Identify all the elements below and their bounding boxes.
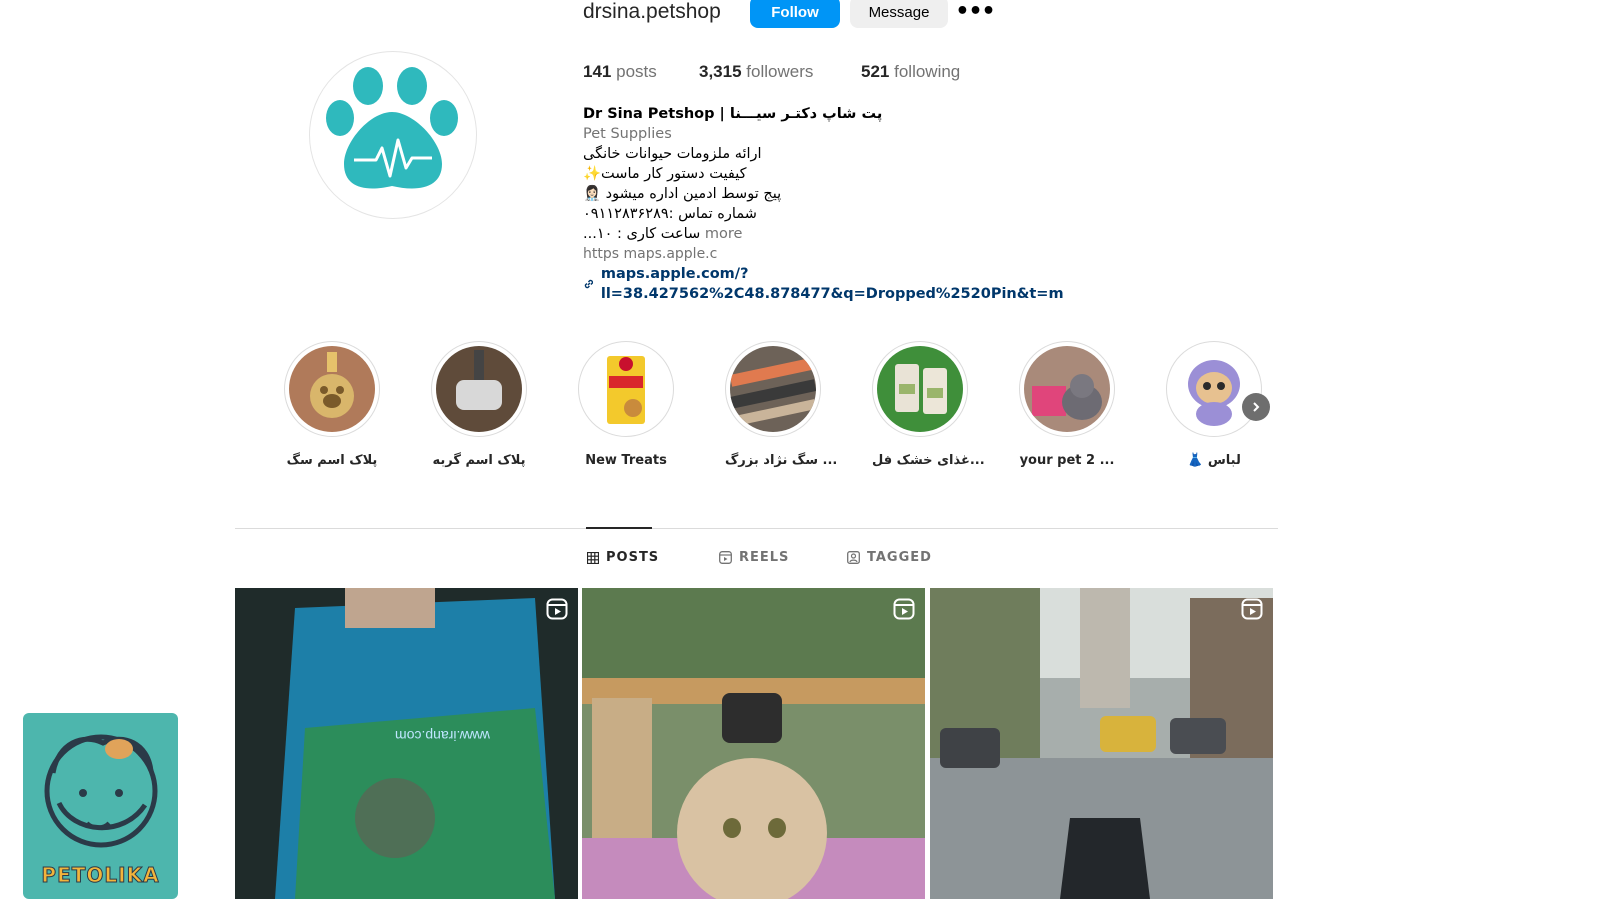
cat-tag-photo-icon xyxy=(436,346,522,432)
highlight-item[interactable]: New Treats xyxy=(578,341,674,468)
bio-line-4: شماره تماس :۰۹۱۱۲۸۳۶۲۸۹ xyxy=(583,206,757,222)
profile-username: drsina.petshop xyxy=(583,0,721,23)
tab-reels-label: REELS xyxy=(739,550,790,565)
reels-icon xyxy=(719,551,732,564)
followers-count: 3,315 xyxy=(699,62,742,81)
highlight-label: سگ نژاد بزرگ ... xyxy=(725,453,838,468)
highlight-ring xyxy=(578,341,674,437)
tab-posts-label: POSTS xyxy=(606,550,660,565)
following-stat[interactable]: 521 following xyxy=(861,62,960,82)
post-thumbnail[interactable] xyxy=(930,588,1273,899)
reel-icon xyxy=(546,598,568,620)
bio-line-1: ارائه ملزومات حیوانات خانگی xyxy=(583,146,762,162)
highlight-ring xyxy=(725,341,821,437)
bio-more-link[interactable]: more xyxy=(705,226,743,242)
posts-stat: 141 posts xyxy=(583,62,657,82)
post-image xyxy=(582,588,925,899)
highlight-ring xyxy=(872,341,968,437)
bio-external-link[interactable]: maps.apple.com/?ll=38.427562%2C48.878477… xyxy=(583,264,1203,304)
tab-tagged-label: TAGGED xyxy=(867,550,932,565)
highlight-label: 👗 لباس xyxy=(1187,453,1241,468)
follow-button[interactable]: Follow xyxy=(750,0,840,28)
highlight-item[interactable]: your pet 2 ... xyxy=(1019,341,1115,468)
tab-tagged[interactable]: TAGGED xyxy=(847,550,932,565)
followers-stat[interactable]: 3,315 followers xyxy=(699,62,813,82)
paw-heartbeat-icon xyxy=(326,67,458,189)
bio-line-2: کیفیت دستور کار ماست✨ xyxy=(583,166,747,182)
post-thumbnail[interactable] xyxy=(582,588,925,899)
tab-posts[interactable]: POSTS xyxy=(587,550,659,565)
profile-avatar[interactable] xyxy=(309,51,477,219)
highlight-label: پلاک اسم گربه xyxy=(432,453,526,468)
bio-line-3: پیج توسط ادمین اداره میشود 👩🏻‍⚕️ xyxy=(583,186,782,202)
highlight-item[interactable]: پلاک اسم گربه xyxy=(431,341,527,468)
following-label: following xyxy=(894,62,961,81)
highlight-ring xyxy=(1019,341,1115,437)
highlight-ring xyxy=(431,341,527,437)
highlight-label: your pet 2 ... xyxy=(1019,453,1115,468)
chevron-right-icon xyxy=(1253,402,1260,412)
bio-line-5-row: ساعت کاری : ۱۰... more xyxy=(583,224,1203,244)
dry-food-photo-icon xyxy=(877,346,963,432)
dog-tag-photo-icon xyxy=(289,346,375,432)
post-bag-text: www.iranp.com xyxy=(395,728,490,744)
cartoon-dog-photo-icon xyxy=(1171,346,1257,432)
highlight-item[interactable]: سگ نژاد بزرگ ... xyxy=(725,341,838,468)
profile-full-name: Dr Sina Petshop | پت شاپ دکتـر سیـــنا xyxy=(583,106,883,122)
following-count: 521 xyxy=(861,62,890,81)
highlight-item[interactable]: غذای خشک فل... xyxy=(872,341,985,468)
bio-line-5: ساعت کاری : ۱۰... xyxy=(583,226,701,242)
highlight-item[interactable]: پلاک اسم سگ xyxy=(284,341,380,468)
post-image xyxy=(930,588,1273,899)
profile-bio: Dr Sina Petshop | پت شاپ دکتـر سیـــنا P… xyxy=(583,104,1203,304)
bio-link-text: maps.apple.com/?ll=38.427562%2C48.878477… xyxy=(600,266,1064,302)
reel-icon xyxy=(1241,598,1263,620)
tab-reels[interactable]: REELS xyxy=(719,550,789,565)
post-thumbnail[interactable]: www.iranp.com xyxy=(235,588,578,899)
petolika-watermark-logo: PETOLIKA xyxy=(23,713,178,899)
followers-label: followers xyxy=(746,62,814,81)
watermark-text: PETOLIKA xyxy=(41,863,160,888)
highlight-label: New Treats xyxy=(585,453,667,468)
link-icon xyxy=(584,279,594,289)
tagged-user-icon xyxy=(847,551,860,564)
cat-photo-icon xyxy=(1024,346,1110,432)
reel-icon xyxy=(893,598,915,620)
highlight-label: غذای خشک فل... xyxy=(872,453,985,468)
profile-category: Pet Supplies xyxy=(583,126,672,142)
active-tab-indicator xyxy=(586,527,652,529)
message-button[interactable]: Message xyxy=(850,0,948,28)
highlights-next-button[interactable] xyxy=(1242,393,1270,421)
tabs-divider xyxy=(235,528,1278,529)
highlight-ring xyxy=(284,341,380,437)
posts-count: 141 xyxy=(583,62,612,81)
more-options-button[interactable]: ••• xyxy=(955,0,995,24)
bio-url-text: https maps.apple.c xyxy=(583,246,718,262)
highlight-ring xyxy=(1166,341,1262,437)
posts-label: posts xyxy=(616,62,657,81)
highlight-label: پلاک اسم سگ xyxy=(286,453,378,468)
grid-icon xyxy=(587,551,599,564)
treats-box-photo-icon xyxy=(583,346,669,432)
collars-photo-icon xyxy=(730,346,816,432)
